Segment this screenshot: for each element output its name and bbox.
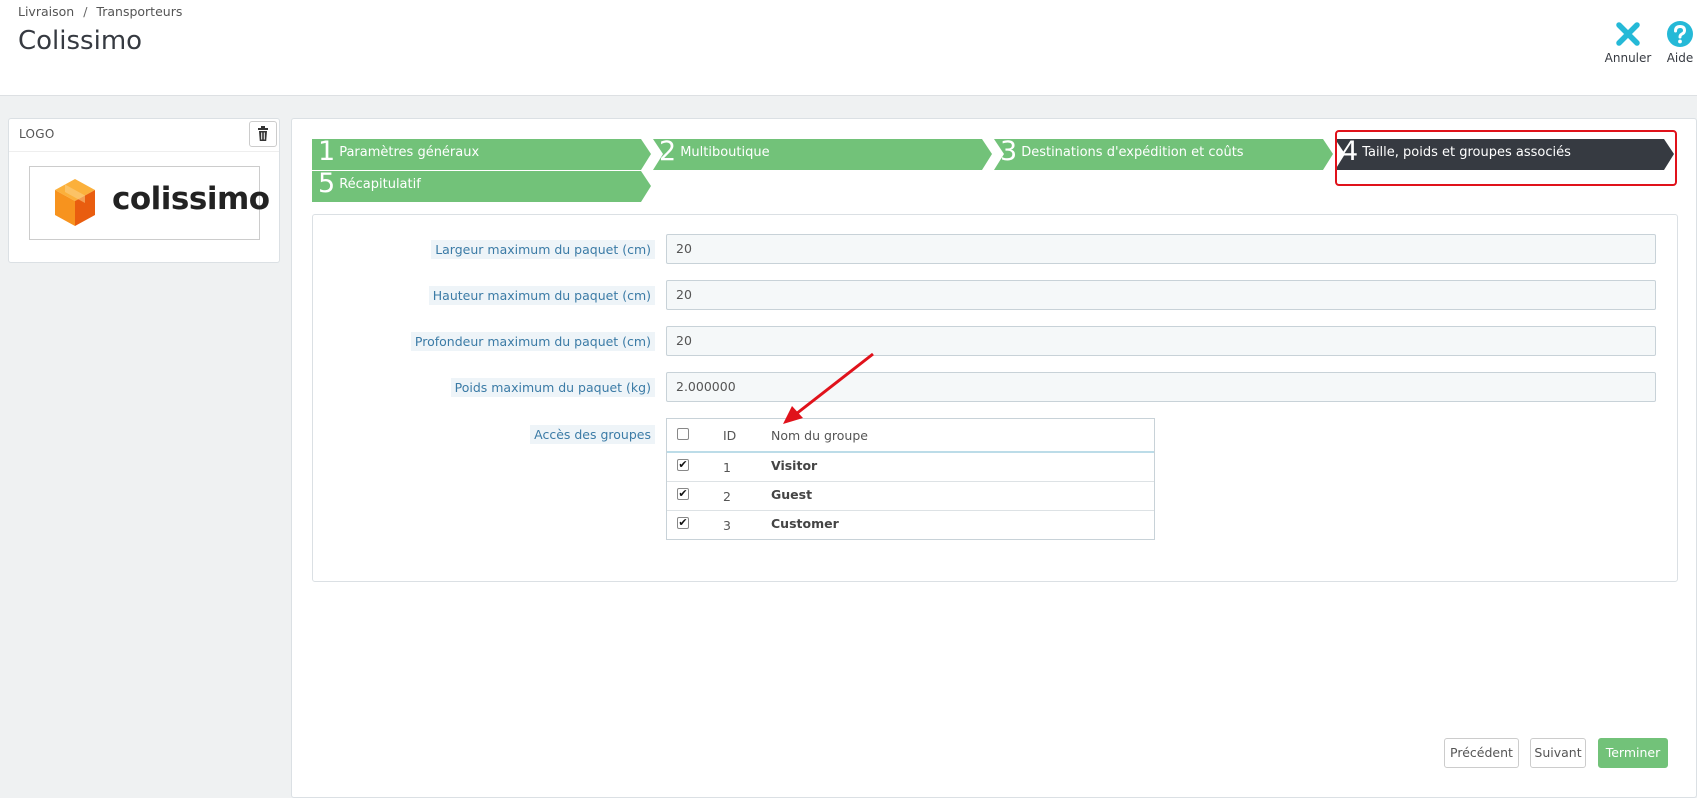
step-5[interactable]: 5 Récapitulatif (318, 168, 421, 199)
step-number: 2 (659, 136, 677, 167)
field-label-groupes: Accès des groupes (530, 425, 655, 444)
largeur-input[interactable]: 20 (666, 234, 1656, 264)
column-header-id: ID (723, 428, 737, 443)
poids-input[interactable]: 2.000000 (666, 372, 1656, 402)
group-id: 2 (723, 489, 731, 504)
table-row: ✔ 1 Visitor (667, 453, 1154, 482)
step-label: Récapitulatif (339, 177, 421, 192)
previous-button[interactable]: Précédent (1444, 738, 1519, 768)
group-checkbox-guest[interactable]: ✔ (677, 488, 689, 500)
group-checkbox-customer[interactable]: ✔ (677, 517, 689, 529)
step-number: 5 (318, 168, 336, 199)
finish-button[interactable]: Terminer (1598, 738, 1668, 768)
step-label: Paramètres généraux (339, 145, 480, 160)
step-label: Destinations d'expédition et coûts (1021, 145, 1244, 160)
group-name: Visitor (771, 458, 818, 473)
groups-table: ID Nom du groupe ✔ 1 Visitor ✔ 2 Guest ✔… (666, 418, 1155, 540)
column-header-group-name: Nom du groupe (771, 428, 868, 443)
wizard-steps (312, 139, 1674, 202)
group-id: 3 (723, 518, 731, 533)
group-name: Guest (771, 487, 813, 502)
step-number: 3 (1000, 136, 1018, 167)
step-number: 4 (1341, 136, 1359, 167)
step-1[interactable]: 1 Paramètres généraux (318, 136, 479, 167)
group-name: Customer (771, 516, 839, 531)
hauteur-input[interactable]: 20 (666, 280, 1656, 310)
field-label-hauteur: Hauteur maximum du paquet (cm) (428, 286, 655, 305)
table-row: ✔ 2 Guest (667, 482, 1154, 511)
step-label: Multiboutique (680, 145, 770, 160)
step-2[interactable]: 2 Multiboutique (659, 136, 770, 167)
step-label: Taille, poids et groupes associés (1362, 145, 1571, 160)
select-all-checkbox[interactable] (677, 428, 689, 440)
field-label-poids: Poids maximum du paquet (kg) (450, 378, 655, 397)
step-4[interactable]: 4 Taille, poids et groupes associés (1341, 136, 1571, 167)
groups-table-header: ID Nom du groupe (667, 419, 1154, 453)
step-number: 1 (318, 136, 336, 167)
profondeur-input[interactable]: 20 (666, 326, 1656, 356)
group-checkbox-visitor[interactable]: ✔ (677, 459, 689, 471)
step-3[interactable]: 3 Destinations d'expédition et coûts (1000, 136, 1244, 167)
table-row: ✔ 3 Customer (667, 511, 1154, 540)
field-label-profondeur: Profondeur maximum du paquet (cm) (410, 332, 655, 351)
field-label-largeur: Largeur maximum du paquet (cm) (431, 240, 655, 259)
group-id: 1 (723, 460, 731, 475)
next-button[interactable]: Suivant (1530, 738, 1586, 768)
